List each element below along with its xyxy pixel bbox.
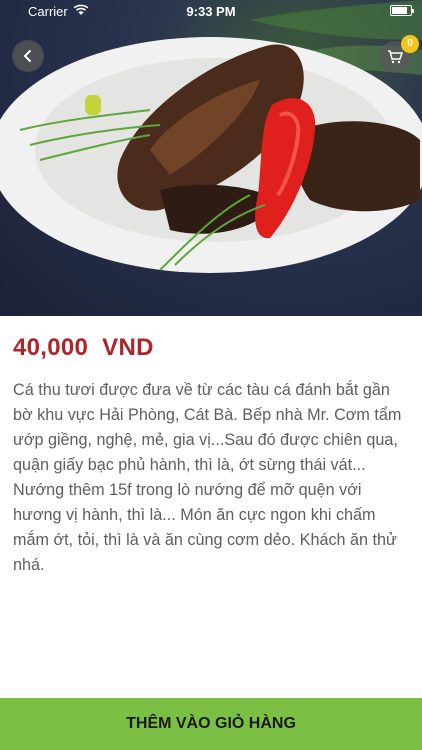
food-photo (0, 0, 422, 273)
status-time: 9:33 PM (186, 4, 236, 19)
back-button[interactable] (12, 40, 44, 72)
add-to-cart-button[interactable]: THÊM VÀO GIỎ HÀNG (0, 698, 422, 750)
product-price: 40,000 VND (13, 334, 154, 361)
status-bar: Carrier 9:33 PM (0, 0, 422, 22)
cart-button[interactable]: 0 (379, 35, 419, 73)
shopping-cart-icon (388, 50, 403, 64)
product-description: Cá thu tươi được đưa về từ các tàu cá đá… (13, 381, 402, 574)
product-image (0, 0, 422, 316)
battery-icon (390, 5, 414, 16)
cart-count-badge: 0 (401, 35, 419, 53)
battery-level (392, 7, 408, 14)
chevron-left-icon (23, 50, 31, 62)
